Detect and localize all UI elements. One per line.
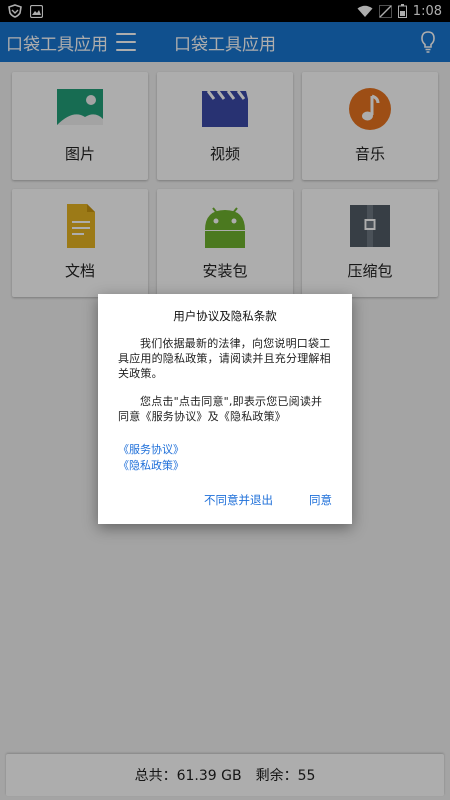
dialog-paragraph-consent: 您点击"点击同意",即表示您已阅读并同意《服务协议》及《隐私政策》 bbox=[118, 395, 323, 423]
decline-exit-button[interactable]: 不同意并退出 bbox=[204, 492, 273, 508]
dialog-actions: 不同意并退出 同意 bbox=[204, 492, 332, 508]
dialog-title: 用户协议及隐私条款 bbox=[173, 309, 277, 323]
privacy-dialog: 用户协议及隐私条款 我们依据最新的法律，向您说明口袋工具应用的隐私政策，请阅读并… bbox=[98, 294, 352, 524]
agree-button[interactable]: 同意 bbox=[309, 492, 332, 508]
dialog-links: 《服务协议》 《隐私政策》 bbox=[118, 442, 332, 474]
privacy-policy-link[interactable]: 《隐私政策》 bbox=[118, 458, 332, 474]
dialog-paragraph-policy: 我们依据最新的法律，向您说明口袋工具应用的隐私政策，请阅读并且充分理解相关政策。 bbox=[118, 337, 331, 380]
service-agreement-link[interactable]: 《服务协议》 bbox=[118, 442, 332, 458]
